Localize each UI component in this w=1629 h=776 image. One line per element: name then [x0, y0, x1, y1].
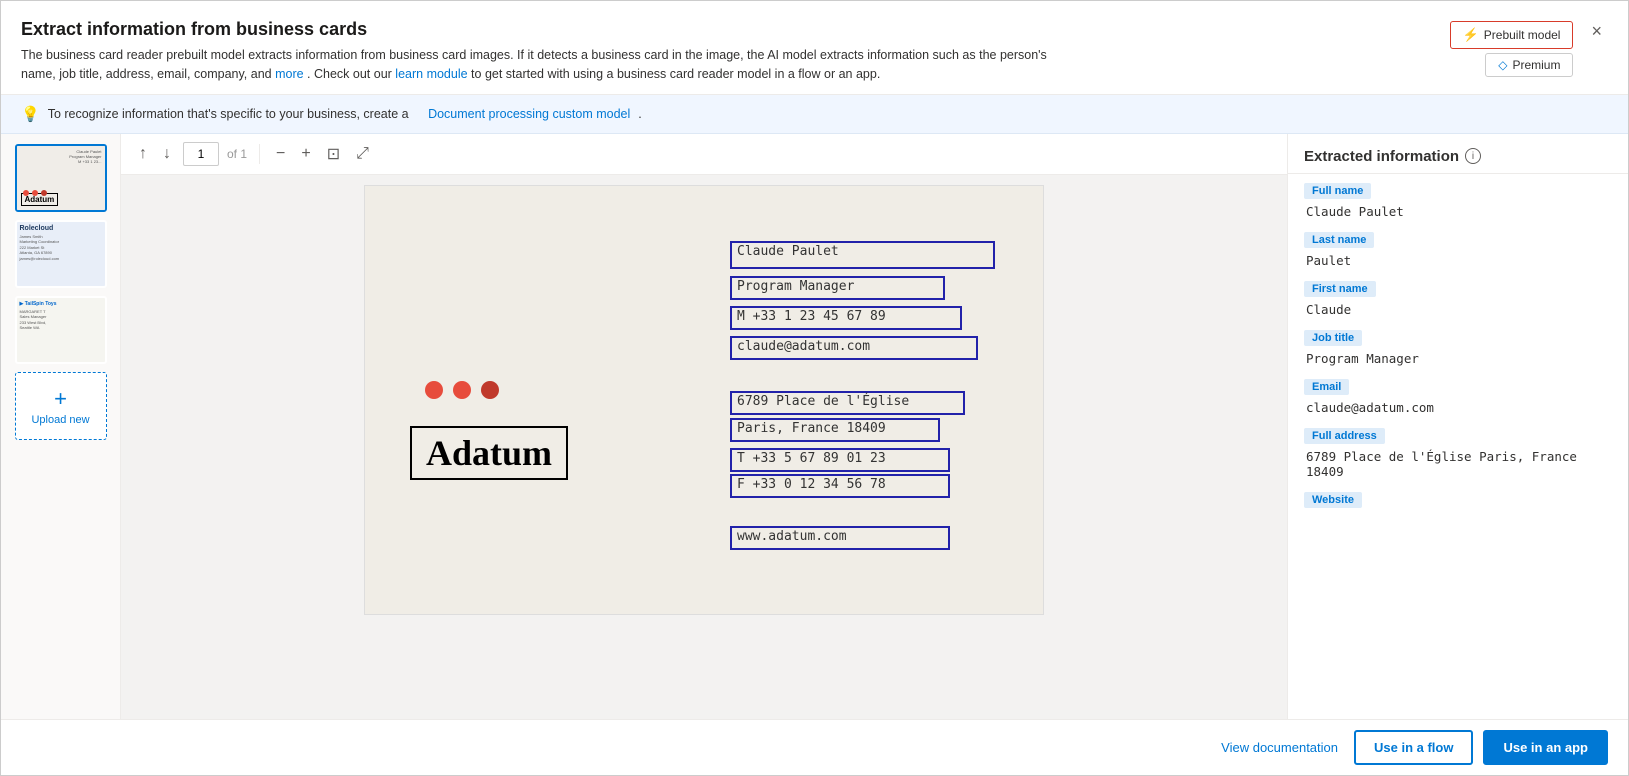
page-up-button[interactable]: ↑	[135, 143, 151, 165]
close-button[interactable]: ×	[1585, 19, 1608, 44]
field-value-5: 6789 Place de l'Église Paris, France 184…	[1304, 447, 1612, 479]
card-phone-text: M +33 1 23 45 67 89	[732, 306, 891, 327]
dialog-header: Extract information from business cards …	[1, 1, 1628, 95]
bottom-bar: View documentation Use in a flow Use in …	[1, 719, 1628, 775]
extracted-info-panel: Extracted information i Full name Claude…	[1288, 134, 1628, 720]
card-name-box: Claude Paulet	[730, 241, 995, 269]
field-value-2: Claude	[1304, 300, 1612, 317]
card-dots	[425, 381, 499, 399]
card-name-text: Claude Paulet	[732, 241, 844, 262]
diamond-icon: ◇	[1498, 58, 1507, 72]
page-of: of 1	[227, 147, 247, 161]
card-fax-box: F +33 0 12 34 56 78	[730, 474, 950, 498]
prebuilt-model-button[interactable]: ⚡ Prebuilt model	[1450, 21, 1574, 49]
more-link[interactable]: more	[275, 67, 303, 81]
header-left: Extract information from business cards …	[21, 19, 1430, 84]
field-tag-2: First name	[1304, 281, 1376, 297]
card-address1-text: 6789 Place de l'Église	[732, 391, 914, 412]
dot-2	[453, 381, 471, 399]
field-value-4: claude@adatum.com	[1304, 398, 1612, 415]
field-value-1: Paulet	[1304, 251, 1612, 268]
doc-toolbar: ↑ ↓ of 1 − + ⊡ ⤢	[121, 134, 1287, 175]
field-tag-0: Full name	[1304, 183, 1371, 199]
info-panel-title: Extracted information	[1304, 148, 1459, 165]
info-tooltip-button[interactable]: i	[1465, 148, 1481, 164]
field-value-3: Program Manager	[1304, 349, 1612, 366]
card-email-box: claude@adatum.com	[730, 336, 978, 360]
card-phone-box: M +33 1 23 45 67 89	[730, 306, 962, 330]
field-tag-1: Last name	[1304, 232, 1374, 248]
page-down-button[interactable]: ↓	[159, 143, 175, 165]
info-panel-header: Extracted information i	[1288, 134, 1628, 174]
thumbnail-1[interactable]: Claude Paulet Program Manager M +33 1 23…	[15, 144, 107, 212]
desc-suffix: . Check out our	[307, 67, 392, 81]
page-input[interactable]	[183, 142, 219, 166]
premium-btn-label: Premium	[1512, 58, 1560, 72]
learn-link[interactable]: learn module	[395, 67, 467, 81]
dialog-description: The business card reader prebuilt model …	[21, 46, 1071, 84]
upload-label: Upload new	[31, 414, 89, 426]
use-in-app-button[interactable]: Use in an app	[1483, 730, 1608, 765]
expand-button[interactable]: ⤢	[352, 143, 373, 165]
field-value-6	[1304, 511, 1612, 513]
card-email-text: claude@adatum.com	[732, 336, 875, 357]
zoom-out-button[interactable]: −	[272, 143, 289, 165]
main-content: Claude Paulet Program Manager M +33 1 23…	[1, 134, 1628, 720]
custom-model-link[interactable]: Document processing custom model	[428, 107, 630, 121]
extracted-field-2: First name Claude	[1304, 280, 1612, 317]
extracted-field-3: Job title Program Manager	[1304, 329, 1612, 366]
card-address2-text: Paris, France 18409	[732, 418, 891, 439]
prebuilt-btn-label: Prebuilt model	[1484, 28, 1561, 42]
card-tel-text: T +33 5 67 89 01 23	[732, 448, 891, 469]
extracted-field-4: Email claude@adatum.com	[1304, 378, 1612, 415]
zoom-in-button[interactable]: +	[297, 143, 314, 165]
extracted-field-5: Full address 6789 Place de l'Église Pari…	[1304, 427, 1612, 479]
extracted-field-1: Last name Paulet	[1304, 231, 1612, 268]
thumbnail-3[interactable]: ▶ TailSpin Toys MARGARET T Sales Manager…	[15, 296, 107, 364]
card-web-text: www.adatum.com	[732, 526, 852, 547]
field-tag-6: Website	[1304, 492, 1362, 508]
lightning-icon: ⚡	[1463, 27, 1479, 43]
info-panel-body: Full name Claude Paulet Last name Paulet…	[1288, 174, 1628, 720]
banner-text: To recognize information that's specific…	[48, 107, 409, 121]
dot-3	[481, 381, 499, 399]
extracted-field-0: Full name Claude Paulet	[1304, 182, 1612, 219]
card-title-box: Program Manager	[730, 276, 945, 300]
lightbulb-icon: 💡	[21, 105, 40, 123]
card-tel-box: T +33 5 67 89 01 23	[730, 448, 950, 472]
toolbar-divider	[259, 144, 260, 164]
card-address1-box: 6789 Place de l'Église	[730, 391, 965, 415]
card-company-name: Adatum	[410, 426, 568, 480]
thumbnail-2[interactable]: Rolecloud James Smith Marketing Coordina…	[15, 220, 107, 288]
field-value-0: Claude Paulet	[1304, 202, 1612, 219]
extracted-field-6: Website	[1304, 491, 1612, 513]
use-in-flow-button[interactable]: Use in a flow	[1354, 730, 1473, 765]
field-tag-5: Full address	[1304, 428, 1385, 444]
info-banner: 💡 To recognize information that's specif…	[1, 95, 1628, 134]
dot-1	[425, 381, 443, 399]
fit-page-button[interactable]: ⊡	[323, 142, 344, 166]
thumbnail-panel: Claude Paulet Program Manager M +33 1 23…	[1, 134, 121, 720]
learn-suffix: to get started with using a business car…	[471, 67, 880, 81]
card-fax-text: F +33 0 12 34 56 78	[732, 474, 891, 495]
card-title-text: Program Manager	[732, 276, 859, 297]
view-documentation-link[interactable]: View documentation	[1221, 740, 1338, 755]
document-panel: ↑ ↓ of 1 − + ⊡ ⤢ Claude Paulet	[121, 134, 1288, 720]
banner-suffix: .	[638, 107, 641, 121]
field-tag-3: Job title	[1304, 330, 1362, 346]
upload-new-button[interactable]: + Upload new	[15, 372, 107, 440]
field-tag-4: Email	[1304, 379, 1349, 395]
premium-button[interactable]: ◇ Premium	[1485, 53, 1573, 77]
document-viewer: Claude Paulet Program Manager M +33 1 23…	[121, 175, 1287, 720]
card-address2-box: Paris, France 18409	[730, 418, 940, 442]
card-web-box: www.adatum.com	[730, 526, 950, 550]
dialog-title: Extract information from business cards	[21, 19, 1430, 40]
business-card-image: Claude Paulet Program Manager M +33 1 23…	[364, 185, 1044, 615]
plus-icon: +	[54, 386, 67, 412]
header-right: ⚡ Prebuilt model ◇ Premium	[1450, 21, 1574, 77]
